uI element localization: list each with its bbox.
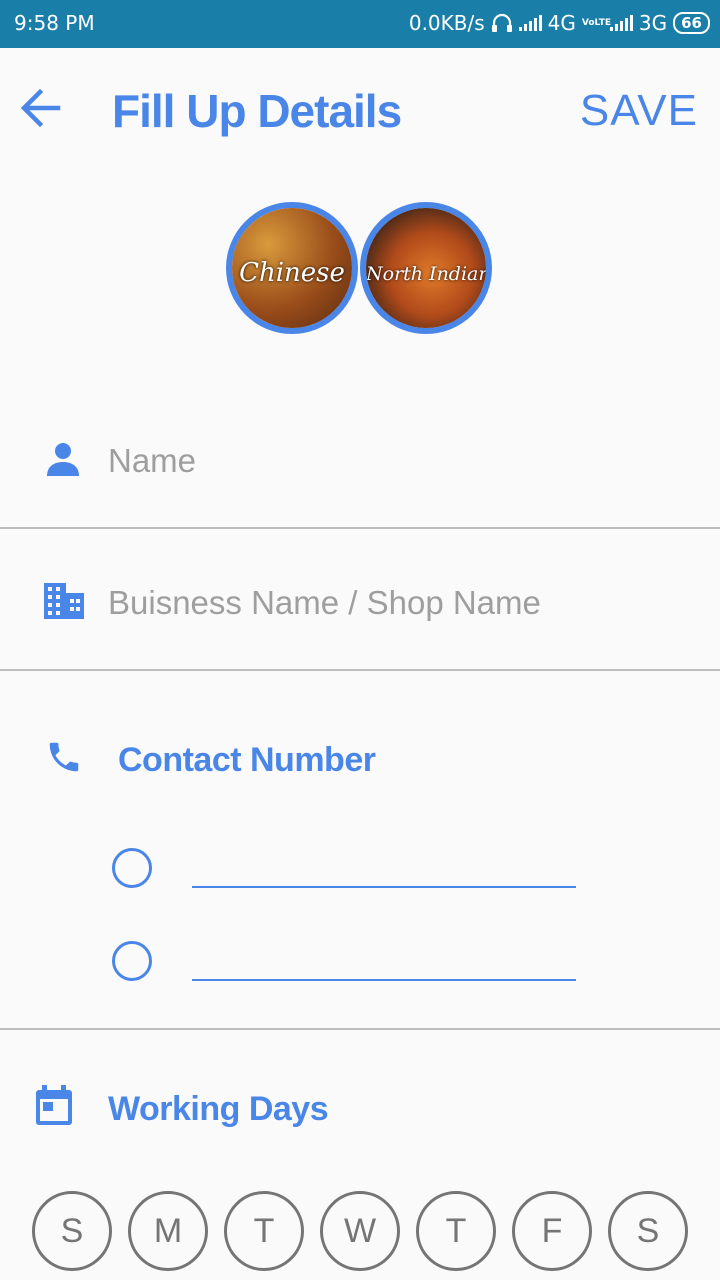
name-field[interactable]: Name [108,442,196,480]
person-icon [47,443,79,476]
business-name-field[interactable]: Buisness Name / Shop Name [108,584,541,622]
divider [0,527,720,529]
back-arrow-icon[interactable] [18,86,62,130]
volte-icon: VoLTE [581,17,612,28]
status-time: 9:58 PM [14,11,95,35]
day-friday[interactable]: F [512,1191,592,1271]
status-bar: 9:58 PM 0.0KB/s 4G VoLTE 3G 66 [0,0,720,48]
day-monday[interactable]: M [128,1191,208,1271]
status-right: 0.0KB/s 4G VoLTE 3G 66 [409,11,710,35]
battery-icon: 66 [673,12,710,34]
day-wednesday[interactable]: W [320,1191,400,1271]
day-saturday[interactable]: S [608,1191,688,1271]
contact-input-2[interactable] [192,979,576,981]
headset-icon [491,13,512,32]
network-type-2: 3G [638,11,668,35]
day-tuesday[interactable]: T [224,1191,304,1271]
working-days-title: Working Days [108,1090,329,1128]
day-thursday[interactable]: T [416,1191,496,1271]
network-speed: 0.0KB/s [408,11,485,35]
divider [0,669,720,671]
signal-icon [518,15,542,31]
network-type-1: 4G [547,11,576,35]
cuisine-label: North Indian [366,263,491,285]
day-sunday[interactable]: S [32,1191,112,1271]
contact-radio-1[interactable] [112,848,152,888]
business-icon [44,583,84,619]
contact-input-1[interactable] [192,886,576,888]
contact-radio-2[interactable] [112,941,152,981]
cuisine-north-indian[interactable]: North Indian [360,202,492,334]
phone-icon [49,742,79,772]
divider [0,1028,720,1030]
calendar-icon [36,1085,72,1125]
signal-icon-2 [609,15,633,31]
contact-number-title: Contact Number [118,741,376,779]
cuisine-chinese[interactable]: Chinese [226,202,358,334]
cuisine-label: Chinese [239,258,345,288]
save-button[interactable]: SAVE [580,86,698,136]
page-title: Fill Up Details [112,85,402,137]
